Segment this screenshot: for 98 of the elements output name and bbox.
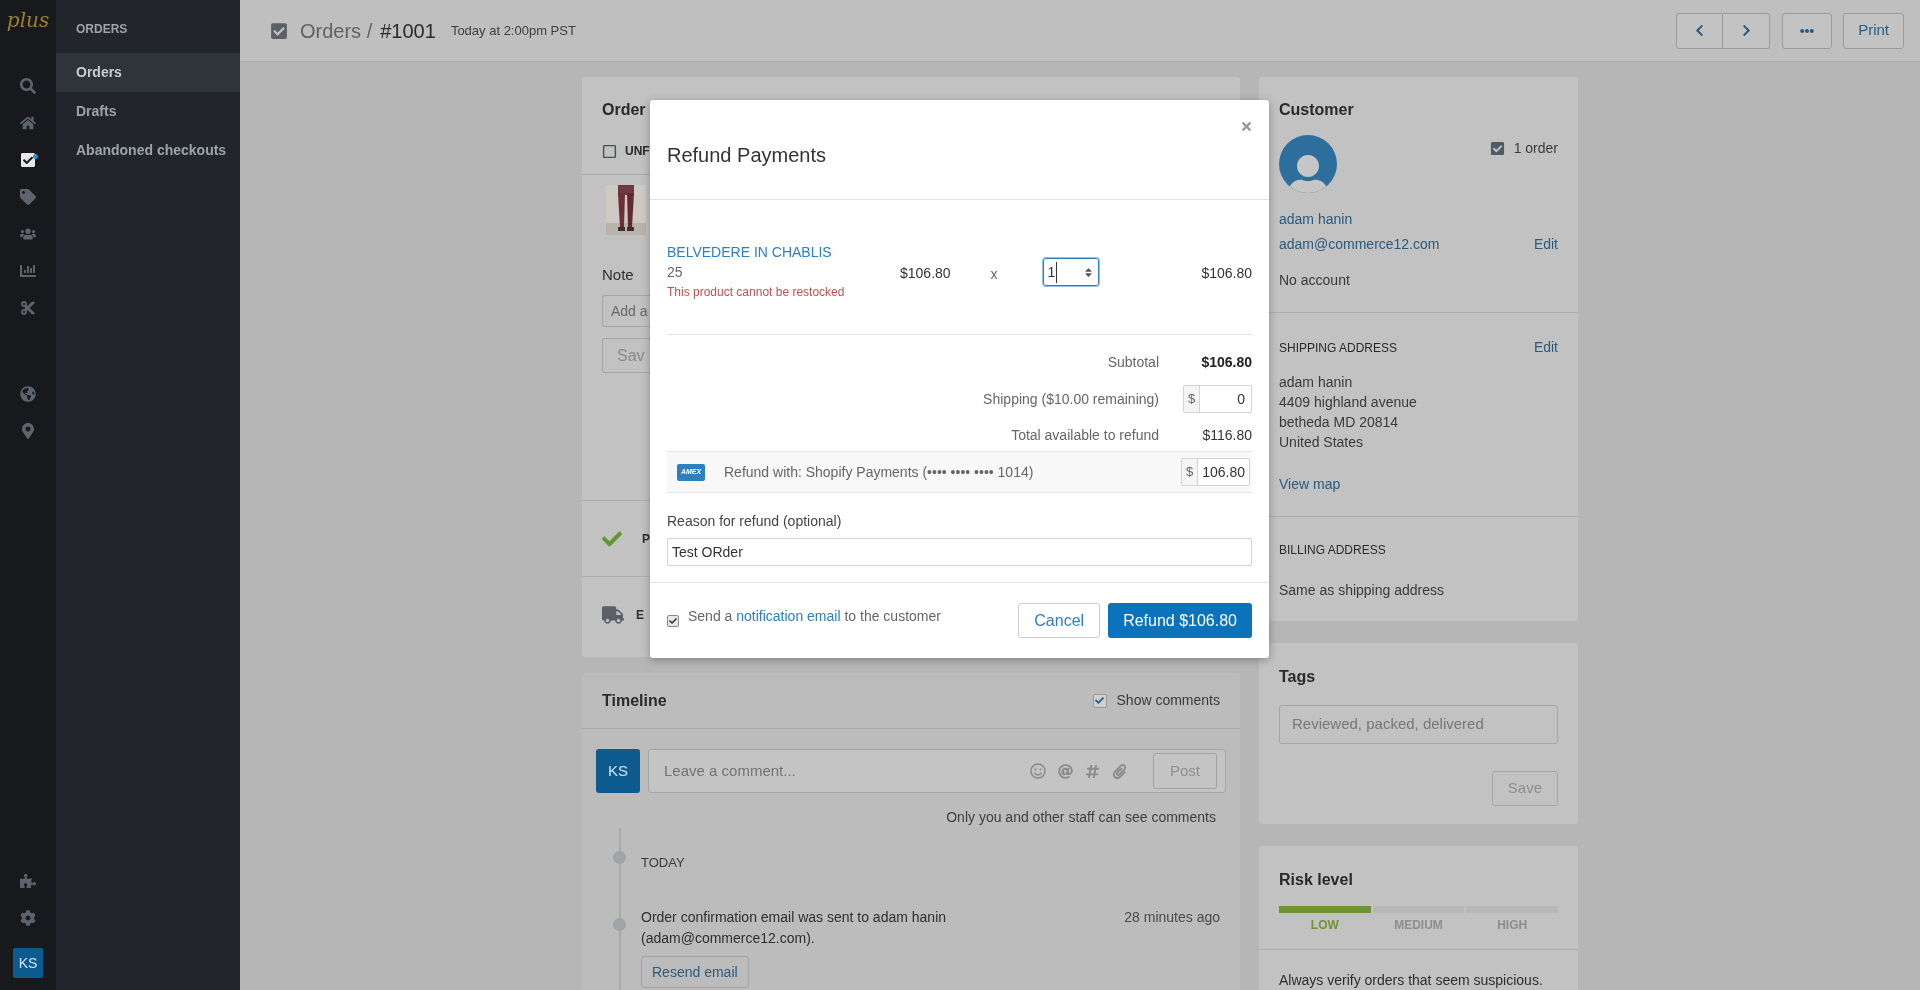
risk-label: LOW bbox=[1310, 917, 1339, 934]
comment-placeholder: Leave a comment... bbox=[664, 760, 796, 781]
section-heading: BILLING ADDRESS bbox=[1279, 542, 1387, 559]
section-title: ORDERS bbox=[75, 21, 129, 38]
card-title: Tags bbox=[1279, 668, 1316, 685]
settings-icon[interactable] bbox=[20, 910, 36, 926]
nav-item[interactable]: Abandoned checkouts bbox=[56, 131, 240, 170]
section-heading: SHIPPING ADDRESS bbox=[1279, 339, 1398, 357]
more-button[interactable] bbox=[1782, 12, 1833, 49]
day-label: TODAY bbox=[641, 855, 685, 870]
notify-text: Send a notification email to the customer bbox=[688, 607, 941, 626]
shipping-value: 0 bbox=[1237, 389, 1246, 409]
shipping-label: Shipping ($10.00 remaining) bbox=[983, 389, 1159, 409]
card-title: Risk level bbox=[1279, 871, 1353, 888]
restock-warning: This product cannot be restocked bbox=[667, 284, 846, 301]
cancel-button[interactable]: Cancel bbox=[1018, 603, 1101, 638]
status-icon bbox=[602, 143, 617, 159]
puzzle-icon[interactable] bbox=[20, 873, 36, 889]
dialog-title: Refund Payments bbox=[667, 144, 826, 166]
quantity-field[interactable]: 1 bbox=[1042, 258, 1099, 286]
subtotal-label: Subtotal bbox=[1107, 353, 1159, 372]
tags-field[interactable]: Reviewed, packed, delivered bbox=[1279, 705, 1558, 744]
reason-label: Reason for refund (optional) bbox=[667, 512, 843, 531]
map-pin-icon[interactable] bbox=[20, 423, 36, 439]
scissors-icon[interactable] bbox=[20, 300, 36, 316]
next-button[interactable] bbox=[1723, 12, 1771, 49]
refund-method-label: Refund with: Shopify Payments (•••• •••• •••• 1014) bbox=[724, 462, 1034, 482]
checkbox-icon[interactable] bbox=[20, 152, 36, 168]
breadcrumb-link[interactable]: Orders / bbox=[300, 15, 373, 46]
customer-name-link[interactable]: adam hanin bbox=[1279, 211, 1353, 227]
home-icon[interactable] bbox=[20, 115, 36, 131]
emoji-icon[interactable] bbox=[1030, 763, 1046, 779]
close-icon[interactable] bbox=[1240, 120, 1253, 133]
nav-item[interactable]: Orders bbox=[56, 53, 240, 92]
card-title: Timeline bbox=[602, 690, 667, 711]
line-total: $106.80 bbox=[1201, 264, 1252, 283]
previous-button[interactable] bbox=[1676, 12, 1724, 49]
address-line: adam hanin bbox=[1279, 373, 1354, 392]
hashtag-icon[interactable] bbox=[1085, 763, 1100, 779]
payment-status: P bbox=[642, 530, 650, 548]
people-icon[interactable] bbox=[20, 226, 36, 242]
order-number: #1001 bbox=[380, 18, 436, 44]
search-icon[interactable] bbox=[20, 78, 36, 94]
event-time: 28 minutes ago bbox=[1124, 908, 1220, 927]
customer-email-link[interactable]: adam@commerce12.com bbox=[1279, 234, 1440, 255]
show-comments-label: Show comments bbox=[1116, 691, 1220, 710]
mention-icon[interactable] bbox=[1058, 763, 1073, 779]
unit-price: $106.80 bbox=[900, 264, 951, 283]
risk-note: Always verify orders that seem suspicious. bbox=[1279, 972, 1543, 988]
comments-hint: Only you and other staff can see comments bbox=[946, 808, 1216, 827]
checkbox-icon bbox=[1489, 141, 1505, 156]
edit-link[interactable]: Edit bbox=[1533, 234, 1558, 255]
refund-amount-value: 106.80 bbox=[1202, 462, 1246, 482]
bar-chart-icon[interactable] bbox=[20, 263, 36, 279]
address-line: 4409 highland avenue bbox=[1279, 393, 1418, 412]
attachment-icon[interactable] bbox=[1112, 763, 1127, 779]
view-map-link[interactable]: View map bbox=[1279, 476, 1341, 492]
logo: plus bbox=[6, 10, 50, 30]
address-line: United States bbox=[1279, 433, 1365, 452]
print-button[interactable]: Print bbox=[1843, 12, 1904, 49]
note-label: Note bbox=[602, 266, 634, 283]
checkbox-icon bbox=[270, 21, 288, 40]
quantity-value: 1 bbox=[1047, 261, 1058, 283]
available-value: $116.80 bbox=[1201, 426, 1252, 445]
card-title: Customer bbox=[1279, 101, 1354, 118]
card-title: Order bbox=[602, 101, 646, 118]
resend-email-button[interactable]: Resend email bbox=[641, 956, 749, 988]
address-line: betheda MD 20814 bbox=[1279, 413, 1400, 432]
edit-link[interactable]: Edit bbox=[1533, 337, 1558, 358]
multiply-sign: x bbox=[990, 265, 998, 284]
notification-email-link[interactable]: notification email bbox=[736, 608, 841, 624]
truck-icon bbox=[602, 603, 624, 626]
billing-address: Same as shipping address bbox=[1279, 581, 1445, 600]
refund-amount-field[interactable]: $ 106.80 bbox=[1181, 458, 1250, 486]
show-comments-checkbox[interactable] bbox=[1092, 693, 1107, 708]
currency-sign: $ bbox=[1184, 386, 1200, 412]
stepper-icon[interactable] bbox=[1082, 266, 1094, 278]
available-label: Total available to refund bbox=[1011, 426, 1159, 445]
user-avatar[interactable]: KS bbox=[13, 948, 43, 978]
fulfillment-row-text: E bbox=[636, 606, 644, 624]
product-variant: 25 bbox=[667, 263, 684, 282]
shipping-field[interactable]: $ 0 bbox=[1183, 385, 1252, 413]
account-status: No account bbox=[1279, 272, 1350, 288]
subtotal-value: $106.80 bbox=[1200, 353, 1252, 372]
nav-item[interactable]: Drafts bbox=[56, 92, 240, 131]
customer-avatar bbox=[1279, 135, 1337, 193]
product-link[interactable]: BELVEDERE IN CHABLIS bbox=[667, 243, 897, 262]
currency-sign: $ bbox=[1182, 459, 1198, 485]
refund-button[interactable]: Refund $106.80 bbox=[1108, 603, 1252, 638]
notify-checkbox[interactable] bbox=[667, 614, 679, 627]
user-avatar: KS bbox=[596, 749, 640, 793]
order-count: 1 order bbox=[1513, 139, 1558, 158]
globe-icon[interactable] bbox=[20, 386, 36, 402]
event-text: Order confirmation email was sent to adam hanin (adam@commerce12.com). bbox=[641, 908, 948, 948]
reason-field[interactable]: Test ORder bbox=[667, 538, 1252, 566]
tag-icon[interactable] bbox=[20, 189, 36, 205]
fulfillment-status: UNF bbox=[625, 143, 650, 160]
order-time: Today at 2:00pm PST bbox=[450, 21, 576, 40]
